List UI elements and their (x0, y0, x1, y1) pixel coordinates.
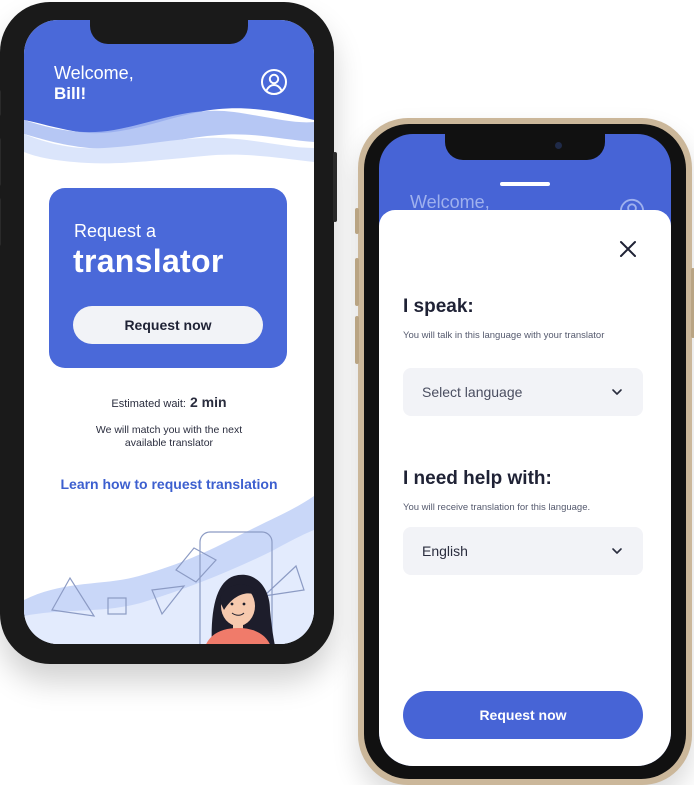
user-name: Bill! (54, 84, 87, 103)
user-circle-icon[interactable] (260, 68, 288, 96)
help-subtitle: You will receive translation for this la… (403, 502, 591, 513)
card-pre-title: Request a (74, 221, 157, 241)
card-title: translator (73, 243, 224, 279)
phone-home-screen: Welcome, Bill! Request a translator Requ… (0, 2, 337, 664)
request-now-button[interactable]: Request now (73, 306, 263, 344)
help-language-select[interactable]: English (403, 527, 643, 575)
chevron-down-icon (612, 548, 622, 554)
camera-dot (555, 142, 562, 149)
speak-heading: I speak: (403, 296, 474, 317)
phone-side-button (355, 258, 359, 306)
match-info-text: We will match you with the next availabl… (95, 424, 243, 449)
phone-side-button (0, 198, 1, 246)
estimated-wait: Estimated wait: 2 min (24, 394, 314, 410)
language-sheet: I speak: You will talk in this language … (379, 210, 671, 766)
phone-side-button (355, 208, 359, 234)
help-select-value: English (422, 543, 468, 559)
phone-side-button (333, 152, 337, 222)
chevron-down-icon (612, 389, 622, 395)
speak-subtitle: You will talk in this language with your… (403, 330, 605, 341)
request-screen: Welcome, I speak: You will talk in this … (379, 134, 671, 766)
estimated-wait-value: 2 min (190, 394, 227, 410)
home-screen: Welcome, Bill! Request a translator Requ… (24, 20, 314, 644)
phone-request-sheet: Welcome, I speak: You will talk in this … (355, 118, 694, 785)
sheet-drag-handle[interactable] (500, 182, 550, 186)
phone-side-button (0, 138, 1, 186)
phone-notch (445, 134, 605, 160)
request-now-submit-button[interactable]: Request now (403, 691, 643, 739)
help-heading: I need help with: (403, 468, 552, 489)
request-translator-card: Request a translator Request now (49, 188, 287, 368)
translator-illustration (24, 496, 314, 644)
speak-select-value: Select language (422, 384, 523, 400)
close-icon[interactable] (617, 238, 639, 260)
welcome-text: Welcome, (54, 63, 134, 83)
phone-side-button (0, 90, 1, 116)
phone-notch (90, 20, 248, 44)
speak-language-select[interactable]: Select language (403, 368, 643, 416)
mockup-stage: Welcome, Bill! Request a translator Requ… (0, 0, 694, 785)
phone-side-button (355, 316, 359, 364)
estimated-wait-label: Estimated wait: (111, 398, 186, 410)
